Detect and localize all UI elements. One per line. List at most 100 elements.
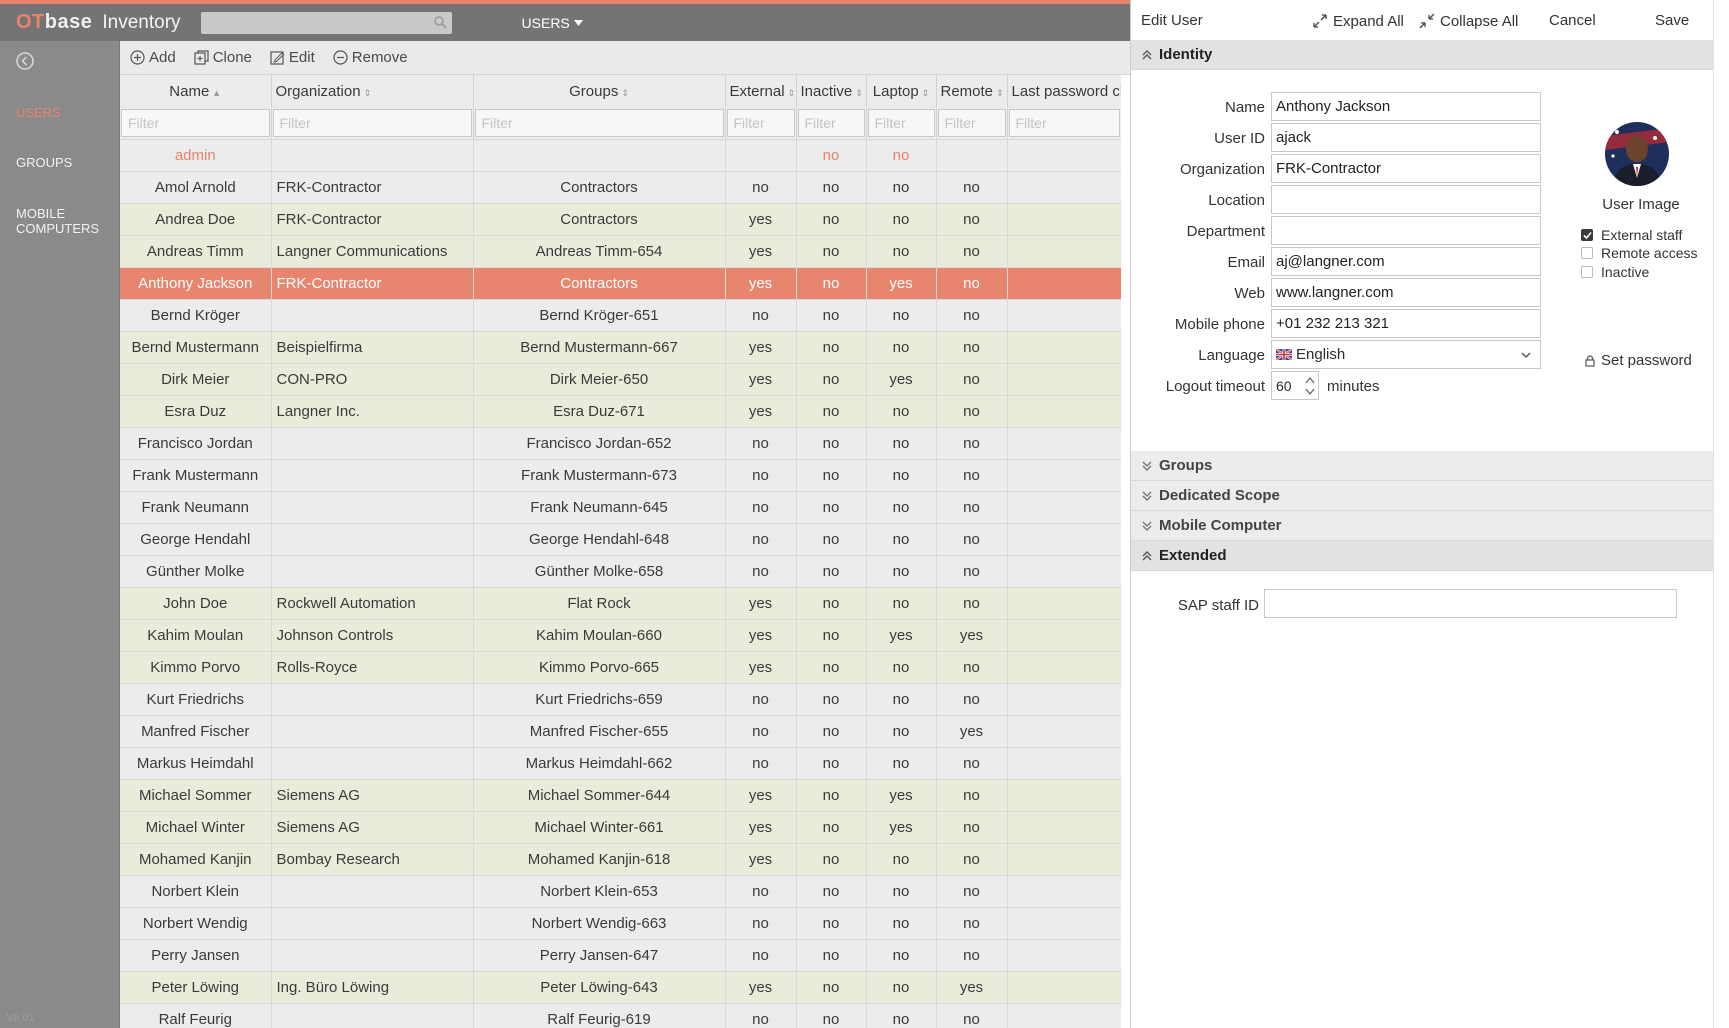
cell-laptop: no: [866, 139, 937, 172]
userid-field[interactable]: [1271, 123, 1541, 152]
section-extended-header[interactable]: Extended: [1131, 541, 1713, 571]
table-row[interactable]: Francisco Jordan Francisco Jordan-652 no no…: [120, 427, 1121, 460]
table-row[interactable]: Amol Arnold FRK-Contractor Contractors no no…: [120, 171, 1121, 204]
table-row[interactable]: Michael Winter Siemens AG Michael Winter-6…: [120, 811, 1121, 844]
location-field[interactable]: [1271, 185, 1541, 214]
user-avatar[interactable]: [1605, 122, 1669, 186]
table-row[interactable]: George Hendahl George Hendahl-648 no no no no: [120, 523, 1121, 556]
table-row[interactable]: Frank Mustermann Frank Mustermann-673 no no…: [120, 459, 1121, 492]
cell-name: Norbert Klein: [120, 875, 272, 908]
filter-groups-input[interactable]: [474, 109, 724, 137]
table-row[interactable]: Kimmo Porvo Rolls-Royce Kimmo Porvo-665 yes…: [120, 651, 1121, 684]
table-row[interactable]: Perry Jansen Perry Jansen-647 no no no no: [120, 939, 1121, 972]
table-row[interactable]: Kahim Moulan Johnson Controls Kahim Moulan…: [120, 619, 1121, 652]
inactive-checkbox[interactable]: Inactive: [1581, 264, 1649, 280]
col-header-name[interactable]: Name ▲: [120, 75, 272, 107]
remove-button[interactable]: Remove: [333, 49, 408, 66]
cell-groups: Francisco Jordan-652: [473, 427, 726, 460]
external-staff-checkbox[interactable]: External staff: [1581, 227, 1682, 243]
web-field[interactable]: [1271, 278, 1541, 307]
logout-timeout-stepper[interactable]: 60: [1271, 371, 1319, 400]
table-row[interactable]: Peter Löwing Ing. Büro Löwing Peter Löwing…: [120, 971, 1121, 1004]
col-header-inactive[interactable]: Inactive ⇕: [796, 75, 867, 107]
table-row[interactable]: Ralf Feurig Ralf Feurig-619 no no no no: [120, 1003, 1121, 1028]
nav-users[interactable]: USERS: [16, 105, 61, 120]
email-field[interactable]: [1271, 247, 1541, 276]
save-button[interactable]: Save: [1655, 12, 1689, 29]
organization-field[interactable]: [1271, 154, 1541, 183]
cell-groups: Ralf Feurig-619: [473, 1003, 726, 1028]
top-bar: OTbase Inventory USERS: [0, 0, 1130, 41]
section-identity-header[interactable]: Identity: [1131, 40, 1713, 70]
col-header-last-password[interactable]: Last password cha: [1007, 75, 1121, 107]
spinner-arrows-icon[interactable]: [1304, 374, 1316, 398]
location-label: Location: [1208, 192, 1265, 209]
table-row[interactable]: Anthony Jackson FRK-Contractor Contractors…: [120, 267, 1121, 300]
remote-access-checkbox[interactable]: Remote access: [1581, 245, 1697, 261]
col-header-groups[interactable]: Groups ⇕: [473, 75, 726, 107]
expand-all-button[interactable]: Expand All: [1311, 12, 1404, 30]
cell-laptop: no: [866, 235, 937, 268]
users-menu-dropdown[interactable]: USERS: [522, 15, 583, 31]
filter-organization-input[interactable]: [272, 109, 472, 137]
cell-organization: [271, 939, 474, 972]
col-header-laptop[interactable]: Laptop ⇕: [866, 75, 937, 107]
table-row[interactable]: Esra Duz Langner Inc. Esra Duz-671 yes no no n…: [120, 395, 1121, 428]
set-password-button[interactable]: Set password: [1585, 352, 1692, 369]
back-circle-icon[interactable]: [15, 51, 35, 71]
table-row[interactable]: Bernd Kröger Bernd Kröger-651 no no no no: [120, 299, 1121, 332]
table-row[interactable]: Norbert Klein Norbert Klein-653 no no no no: [120, 875, 1121, 908]
add-button[interactable]: Add: [130, 49, 176, 66]
collapse-all-button[interactable]: Collapse All: [1418, 12, 1518, 30]
table-row[interactable]: Kurt Friedrichs Kurt Friedrichs-659 no no no…: [120, 683, 1121, 716]
nav-mobile-computers[interactable]: MOBILE COMPUTERS: [16, 206, 106, 236]
cell-last-password: [1007, 235, 1121, 268]
table-row[interactable]: Bernd Mustermann Beispielfirma Bernd Muste…: [120, 331, 1121, 364]
col-header-external[interactable]: External ⇕: [725, 75, 797, 107]
cell-remote: no: [936, 939, 1008, 972]
global-search-input[interactable]: [200, 11, 452, 34]
filter-laptop-input[interactable]: [867, 109, 935, 137]
table-row[interactable]: Andrea Doe FRK-Contractor Contractors yes no…: [120, 203, 1121, 236]
filter-inactive-input[interactable]: [797, 109, 865, 137]
cell-remote: no: [936, 523, 1008, 556]
clone-button[interactable]: Clone: [194, 49, 252, 66]
section-dedicated-scope-header[interactable]: Dedicated Scope: [1131, 481, 1713, 511]
filter-external-input[interactable]: [726, 109, 795, 137]
col-header-organization[interactable]: Organization ⇕: [271, 75, 474, 107]
cell-inactive: no: [796, 139, 867, 172]
filter-name-input[interactable]: [121, 109, 270, 137]
table-row[interactable]: Manfred Fischer Manfred Fischer-655 no no no…: [120, 715, 1121, 748]
table-row[interactable]: Andreas Timm Langner Communications Andrea…: [120, 235, 1121, 268]
department-field[interactable]: [1271, 216, 1541, 245]
cancel-button[interactable]: Cancel: [1549, 12, 1596, 29]
table-row[interactable]: Dirk Meier CON-PRO Dirk Meier-650 yes no yes n…: [120, 363, 1121, 396]
name-field[interactable]: [1271, 92, 1541, 121]
mobile-phone-field[interactable]: [1271, 309, 1541, 338]
sap-staff-id-field[interactable]: [1264, 589, 1677, 618]
table-row[interactable]: Markus Heimdahl Markus Heimdahl-662 no no no…: [120, 747, 1121, 780]
nav-groups[interactable]: GROUPS: [16, 155, 72, 170]
section-mobile-computer-header[interactable]: Mobile Computer: [1131, 511, 1713, 541]
filter-last-password-input[interactable]: [1008, 109, 1120, 137]
section-groups-header[interactable]: Groups: [1131, 451, 1713, 481]
col-header-remote[interactable]: Remote ⇕: [936, 75, 1008, 107]
table-row[interactable]: Günther Molke Günther Molke-658 no no no no: [120, 555, 1121, 588]
table-row[interactable]: Mohamed Kanjin Bombay Research Mohamed Kan…: [120, 843, 1121, 876]
cell-inactive: no: [796, 779, 867, 812]
cell-remote: no: [936, 907, 1008, 940]
cell-name: Anthony Jackson: [120, 267, 272, 300]
language-select[interactable]: English: [1271, 340, 1541, 369]
cell-external: yes: [725, 619, 797, 652]
table-row[interactable]: John Doe Rockwell Automation Flat Rock yes n…: [120, 587, 1121, 620]
cell-name: Amol Arnold: [120, 171, 272, 204]
filter-remote-input[interactable]: [937, 109, 1006, 137]
table-row[interactable]: admin no no: [120, 139, 1121, 172]
app-logo[interactable]: OTbase: [16, 11, 92, 34]
table-row[interactable]: Norbert Wendig Norbert Wendig-663 no no no no: [120, 907, 1121, 940]
cell-groups: Manfred Fischer-655: [473, 715, 726, 748]
section-identity-label: Identity: [1159, 46, 1213, 63]
table-row[interactable]: Michael Sommer Siemens AG Michael Sommer-6…: [120, 779, 1121, 812]
edit-button[interactable]: Edit: [270, 49, 315, 66]
table-row[interactable]: Frank Neumann Frank Neumann-645 no no no no: [120, 491, 1121, 524]
